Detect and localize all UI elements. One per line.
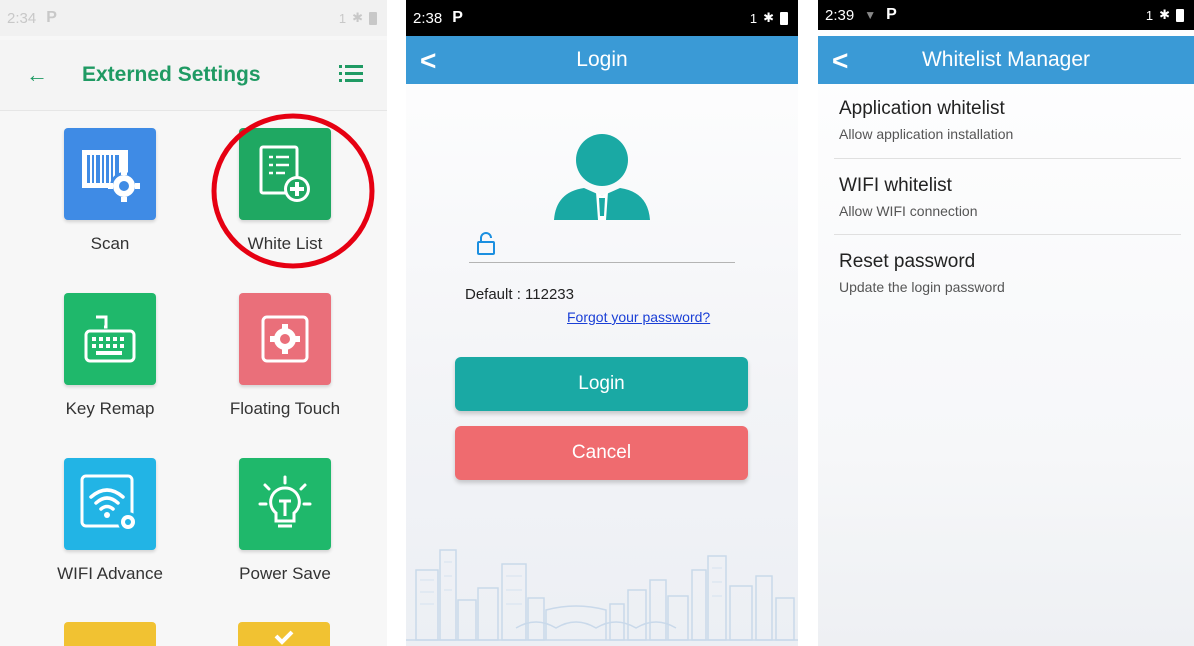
list-item-subtitle: Allow WIFI connection [839,203,978,219]
password-input[interactable] [502,232,736,260]
key-remap-tile[interactable]: Key Remap [40,293,180,419]
list-item-title: Reset password [839,251,976,272]
wifi-signal-icon: ▼ [864,8,877,22]
app-header: < Whitelist Manager [818,36,1194,84]
scan-tile[interactable]: Scan [40,128,180,254]
externed-settings-screen: 2:34 P 1 ✱ ← Externed Settings Scan Whit… [0,0,387,646]
floating-touch-tile[interactable]: Floating Touch [215,293,355,419]
app-notification-icon: P [46,9,57,26]
wifi-gear-icon [64,458,156,550]
whitelist-manager-screen: 2:39 ▼ P 1 ✱ < Whitelist Manager Applica… [818,0,1194,646]
status-right-group: 1 ✱ [750,10,788,26]
bluetooth-icon: ✱ [763,10,774,25]
highlight-circle [211,113,375,269]
list-menu-icon[interactable] [339,63,363,88]
power-save-label: Power Save [239,564,331,583]
floating-touch-label: Floating Touch [229,399,341,418]
app-header: ← Externed Settings [0,40,387,111]
list-item-title: WIFI whitelist [839,175,952,196]
app-notification-icon: P [452,9,463,26]
list-item-application-whitelist[interactable]: Application whitelist Allow application … [839,98,1181,142]
partial-tile[interactable] [238,622,330,646]
battery-icon [369,11,377,25]
divider [834,234,1181,235]
key-remap-label: Key Remap [65,399,155,418]
list-item-subtitle: Allow application installation [839,126,1014,142]
bluetooth-icon: ✱ [352,10,363,25]
back-chevron-icon[interactable]: < [420,45,436,77]
city-skyline-illustration [406,549,798,641]
status-time: 2:39 [825,6,855,24]
list-item-reset-password[interactable]: Reset password Update the login password [839,251,1181,295]
default-password-hint: Default : 112233 [465,286,574,303]
page-title: Whitelist Manager [921,48,1091,71]
back-chevron-icon[interactable]: < [832,45,848,77]
divider [834,158,1181,159]
back-arrow-icon[interactable]: ← [26,62,48,88]
forgot-password-link[interactable]: Forgot your password? [567,309,710,325]
status-bar: 2:39 ▼ P 1 ✱ [818,0,1194,30]
status-right-group: 1 ✱ [1146,7,1184,23]
list-item-title: Application whitelist [839,98,1005,119]
list-item-subtitle: Update the login password [839,279,1005,295]
list-item-wifi-whitelist[interactable]: WIFI whitelist Allow WIFI connection [839,175,1181,219]
page-title: Login [576,48,628,71]
wifi-advance-tile[interactable]: WIFI Advance [40,458,180,584]
sim-indicator: 1 [749,10,758,26]
status-time: 2:34 [7,9,37,27]
sim-indicator: 1 [338,10,347,26]
scan-label: Scan [90,234,130,253]
status-bar: 2:34 P 1 ✱ [0,0,387,36]
status-time: 2:38 [413,9,443,27]
keyboard-icon [64,293,156,385]
status-right-group: 1 ✱ [339,10,377,26]
power-save-tile[interactable]: Power Save [215,458,355,584]
partial-tile[interactable] [64,622,156,646]
user-avatar-icon [554,134,650,220]
cancel-button[interactable]: Cancel [455,426,748,480]
lock-icon [477,232,495,255]
password-underline [469,262,735,263]
gear-box-icon [239,293,331,385]
battery-icon [780,11,788,25]
app-notification-icon: P [886,6,897,23]
app-header: < Login [406,36,798,84]
login-button[interactable]: Login [455,357,748,411]
login-screen: 2:38 P 1 ✱ < Login Default : 112233 Forg… [406,0,798,646]
battery-icon [1176,8,1184,22]
wifi-advance-label: WIFI Advance [57,564,163,583]
lightbulb-icon [239,458,331,550]
status-bar: 2:38 P 1 ✱ [406,0,798,36]
sim-indicator: 1 [1145,7,1154,23]
page-title: Externed Settings [82,63,261,86]
bluetooth-icon: ✱ [1159,7,1170,22]
barcode-gear-icon [64,128,156,220]
